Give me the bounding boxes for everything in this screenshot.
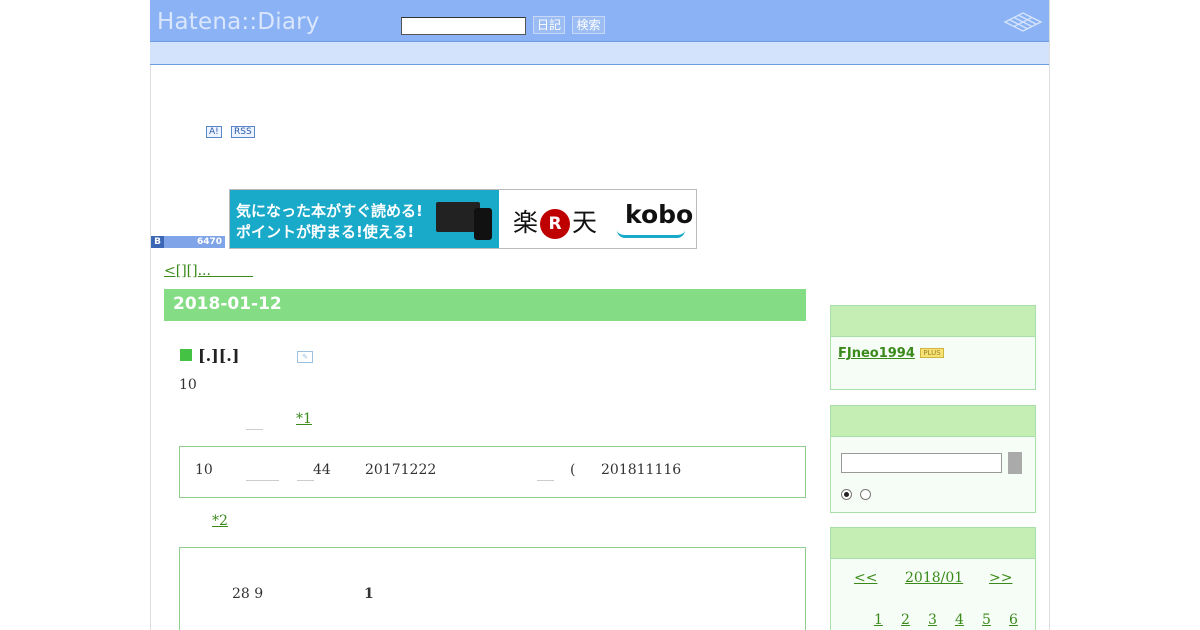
bookmark-counter[interactable]: B 6470 bbox=[151, 236, 225, 248]
header-search-input[interactable] bbox=[401, 17, 526, 35]
footnote-link-2[interactable]: *2 bbox=[212, 513, 228, 529]
quote1-text-a: 10 bbox=[195, 462, 213, 478]
search-button[interactable]: 検索 bbox=[572, 16, 605, 34]
user-link[interactable]: FJneo1994 bbox=[838, 346, 915, 361]
date-header: 2018-01-12 bbox=[164, 289, 806, 321]
sidebar-profile-header bbox=[831, 306, 1035, 337]
text-underline bbox=[246, 480, 279, 481]
rakuten-logo: 楽R天 bbox=[513, 208, 598, 239]
calendar-day-link[interactable]: 5 bbox=[982, 612, 991, 628]
calendar-day-link[interactable]: 6 bbox=[1009, 612, 1018, 628]
rss-badge[interactable]: RSS bbox=[231, 126, 255, 138]
bookmark-icon: B bbox=[151, 236, 164, 248]
search-scope-radio-1[interactable] bbox=[841, 489, 852, 500]
sidebar-search-input[interactable] bbox=[841, 453, 1002, 473]
search-scope-radio-2[interactable] bbox=[860, 489, 871, 500]
quote1-text-d: ( bbox=[570, 462, 576, 478]
entry-title[interactable]: [.][.] bbox=[180, 346, 239, 365]
banner-left-panel: 気になった本がすぐ読める! ポイントが貯まる!使える! bbox=[230, 190, 499, 248]
hatena-logo[interactable]: Hatena::Diary bbox=[157, 9, 320, 35]
quote1-text-b: 44 bbox=[313, 462, 331, 478]
quote2-text-b: 1 bbox=[364, 586, 374, 602]
hatena-header: Hatena::Diary 日記 検索 bbox=[150, 0, 1049, 41]
quote2-text-a: 28 9 bbox=[232, 586, 264, 602]
entry-date[interactable]: 2018-01-12 bbox=[173, 294, 282, 314]
text-underline bbox=[297, 480, 314, 481]
kobo-logo: kobo bbox=[625, 200, 694, 229]
blockquote-2: 28 9 1 bbox=[179, 547, 806, 630]
plus-badge: PLUS bbox=[920, 348, 944, 358]
prev-entry-link[interactable]: <[][]... bbox=[164, 260, 253, 280]
sidebar-calendar-header bbox=[831, 528, 1035, 559]
bookmark-count: 6470 bbox=[196, 237, 222, 247]
edit-icon[interactable]: ✎ bbox=[297, 351, 313, 363]
banner-right-panel: 楽R天 kobo bbox=[499, 190, 696, 248]
calendar-day-link[interactable]: 4 bbox=[955, 612, 964, 628]
calendar-prev-link[interactable]: << bbox=[854, 570, 877, 586]
footnote-link-1[interactable]: *1 bbox=[296, 411, 312, 427]
antenna-badge[interactable]: A! bbox=[206, 126, 222, 138]
sub-header-bar bbox=[150, 41, 1049, 65]
entry-square-icon bbox=[180, 349, 192, 361]
text-underline bbox=[537, 480, 554, 481]
text-underline bbox=[246, 429, 263, 430]
banner-line-2: ポイントが貯まる!使える! bbox=[236, 223, 415, 241]
sidebar-search-button[interactable] bbox=[1008, 452, 1022, 474]
phone-icon bbox=[474, 208, 492, 240]
calendar-next-link[interactable]: >> bbox=[989, 570, 1012, 586]
quote1-text-e: 201811116 bbox=[601, 462, 682, 478]
blockquote-1: 10 44 20171222 ( 201811116 bbox=[179, 446, 806, 498]
calendar-day-link[interactable]: 1 bbox=[874, 612, 883, 628]
quote1-text-c: 20171222 bbox=[365, 462, 437, 478]
kobo-smile-icon bbox=[617, 230, 685, 238]
hatena-mark-icon[interactable] bbox=[1002, 10, 1044, 34]
rakuten-kobo-banner[interactable]: 気になった本がすぐ読める! ポイントが貯まる!使える! 楽R天 kobo bbox=[229, 189, 697, 249]
calendar-month-link[interactable]: 2018/01 bbox=[905, 570, 963, 586]
diary-search-button[interactable]: 日記 bbox=[533, 16, 565, 34]
banner-line-1: 気になった本がすぐ読める! bbox=[236, 202, 423, 220]
sidebar-search-header bbox=[831, 406, 1035, 437]
calendar-day-link[interactable]: 3 bbox=[928, 612, 937, 628]
entry-paragraph: 10 bbox=[179, 377, 197, 393]
calendar-day-link[interactable]: 2 bbox=[901, 612, 910, 628]
